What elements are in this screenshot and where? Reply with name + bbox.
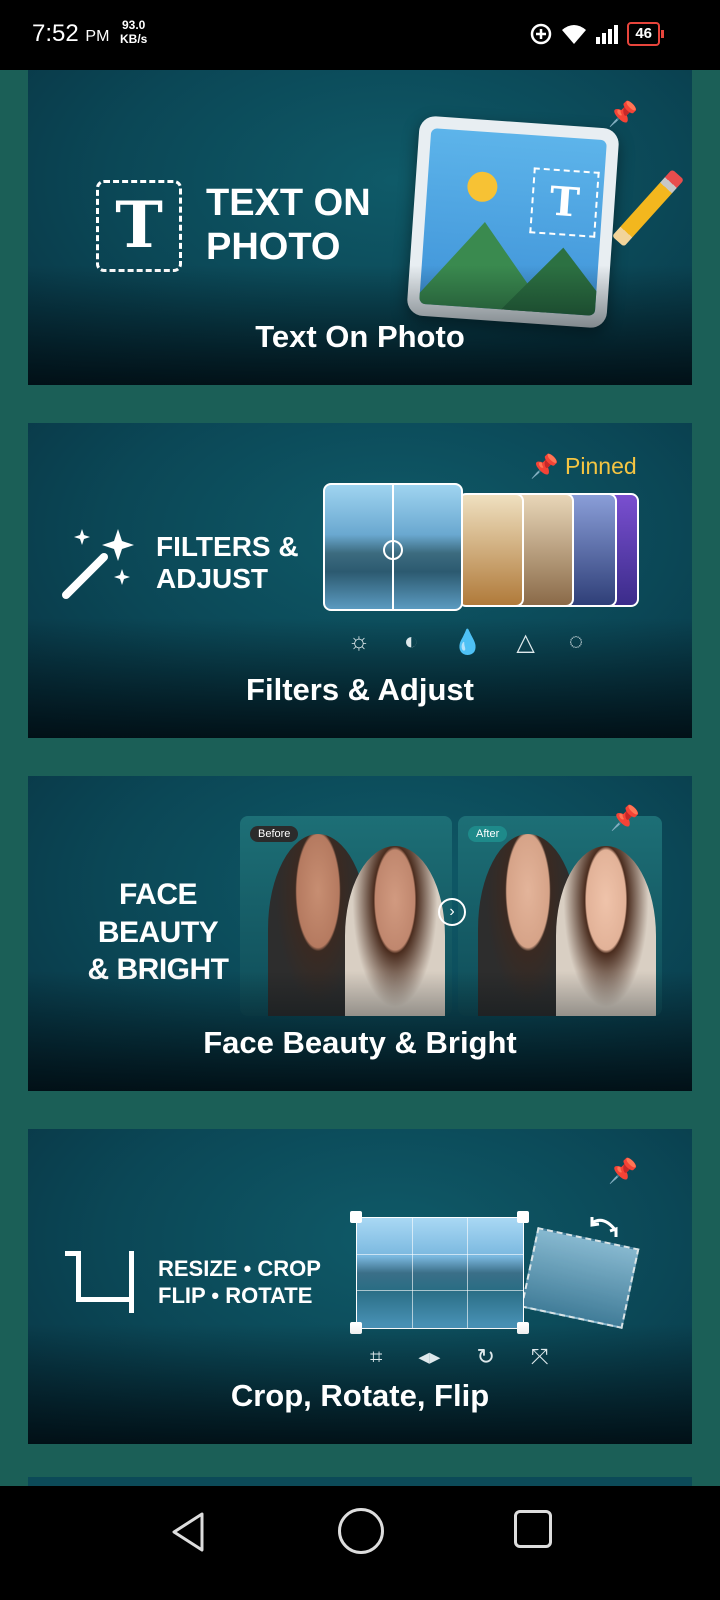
- text-selection-letter: T: [548, 177, 581, 227]
- pin-icon[interactable]: 📌: [610, 804, 640, 833]
- vignette-icon[interactable]: ◌: [569, 628, 583, 657]
- pinned-badge-label: Pinned: [565, 453, 637, 479]
- rotate-arrow-icon: [590, 1217, 618, 1237]
- flip-icon[interactable]: ◂▸: [418, 1344, 440, 1370]
- card-title: Text On Photo: [255, 319, 465, 354]
- crop-icon[interactable]: ⌗: [370, 1344, 382, 1370]
- crop-tools-row: ⌗ ◂▸ ↻ ⤧: [370, 1344, 549, 1370]
- recents-icon[interactable]: [514, 1510, 552, 1548]
- clock-ampm: PM: [85, 28, 110, 45]
- network-speed: 93.0 KB/s: [120, 18, 147, 46]
- filter-thumb: [458, 493, 524, 607]
- contrast-icon[interactable]: ◐: [404, 628, 419, 657]
- tool-card-face-beauty[interactable]: FACE BEAUTY & BRIGHT Before › After 📌 Fa…: [28, 776, 692, 1091]
- card-headline-line2: FLIP • ROTATE: [158, 1283, 313, 1308]
- resize-icon[interactable]: ⤧: [531, 1344, 549, 1370]
- brightness-icon[interactable]: ☼: [348, 628, 370, 657]
- compare-slider-handle: [383, 540, 403, 560]
- clock: 7:52 PM: [32, 20, 109, 48]
- before-label: Before: [250, 826, 299, 842]
- wifi-icon: [562, 25, 587, 44]
- signal-icon: [596, 25, 619, 44]
- tool-card-filters-adjust[interactable]: FILTERS & ADJUST 📌 Pinned ☼ ◐ 💧 △ ◌ Filt…: [28, 423, 692, 738]
- text-tool-icon: T: [96, 180, 182, 272]
- card-title: Face Beauty & Bright: [203, 1025, 517, 1060]
- back-icon[interactable]: [168, 1510, 208, 1554]
- text-tool-icon-letter: T: [115, 188, 163, 263]
- crop-handle[interactable]: [517, 1211, 529, 1223]
- status-icons: 46: [529, 22, 664, 46]
- crop-handle[interactable]: [350, 1211, 362, 1223]
- pin-icon[interactable]: 📌: [608, 100, 638, 129]
- card-headline-line2: ADJUST: [156, 563, 269, 595]
- compare-arrow-icon: ›: [438, 898, 466, 926]
- pinned-badge[interactable]: 📌 Pinned: [530, 453, 637, 480]
- sun-icon: [466, 170, 499, 203]
- saturation-icon[interactable]: 💧: [453, 628, 483, 657]
- card-title: Filters & Adjust: [246, 672, 474, 707]
- text-selection-box: T: [529, 167, 600, 238]
- card-headline: RESIZE • CROP FLIP • ROTATE: [158, 1255, 321, 1309]
- rotate-icon[interactable]: ↻: [476, 1344, 494, 1370]
- data-saver-icon: [531, 23, 552, 45]
- card-headline: TEXT ON PHOTO: [206, 182, 371, 269]
- navigation-bar: [0, 1486, 720, 1600]
- tool-card-text-on-photo[interactable]: T TEXT ON PHOTO T 📌 Text On Photo: [28, 70, 692, 385]
- filter-preview-stack: [323, 483, 653, 613]
- status-bar: 7:52 PM 93.0 KB/s 46: [0, 0, 720, 70]
- before-after-preview: [323, 483, 463, 611]
- sharpen-icon[interactable]: △: [516, 628, 534, 657]
- card-headline-line1: FACE BEAUTY: [97, 878, 219, 949]
- clock-time: 7:52: [32, 20, 79, 47]
- card-headline: FILTERS & ADJUST: [156, 531, 299, 595]
- card-headline-line2: PHOTO: [206, 225, 341, 268]
- magic-wand-icon: [62, 529, 134, 599]
- network-speed-unit: KB/s: [120, 32, 148, 46]
- card-title: Crop, Rotate, Flip: [230, 1378, 490, 1413]
- battery-indicator: 46: [627, 22, 664, 46]
- tool-card-crop-rotate[interactable]: RESIZE • CROP FLIP • ROTATE ⌗ ◂▸ ↻ ⤧ 📌 C…: [28, 1129, 692, 1444]
- battery-level: 46: [635, 25, 652, 42]
- adjust-icons-row: ☼ ◐ 💧 △ ◌: [348, 628, 583, 657]
- after-label: After: [468, 826, 508, 842]
- crop-image-preview: [356, 1217, 524, 1329]
- pin-icon[interactable]: 📌: [608, 1157, 638, 1186]
- pencil-icon: [611, 169, 685, 247]
- home-icon[interactable]: [338, 1508, 384, 1554]
- card-headline-line1: TEXT ON: [206, 182, 371, 224]
- crop-tool-icon: [65, 1251, 134, 1313]
- card-headline-line1: FILTERS &: [156, 531, 299, 562]
- network-speed-value: 93.0: [121, 18, 146, 32]
- card-headline-line1: RESIZE • CROP: [158, 1256, 321, 1281]
